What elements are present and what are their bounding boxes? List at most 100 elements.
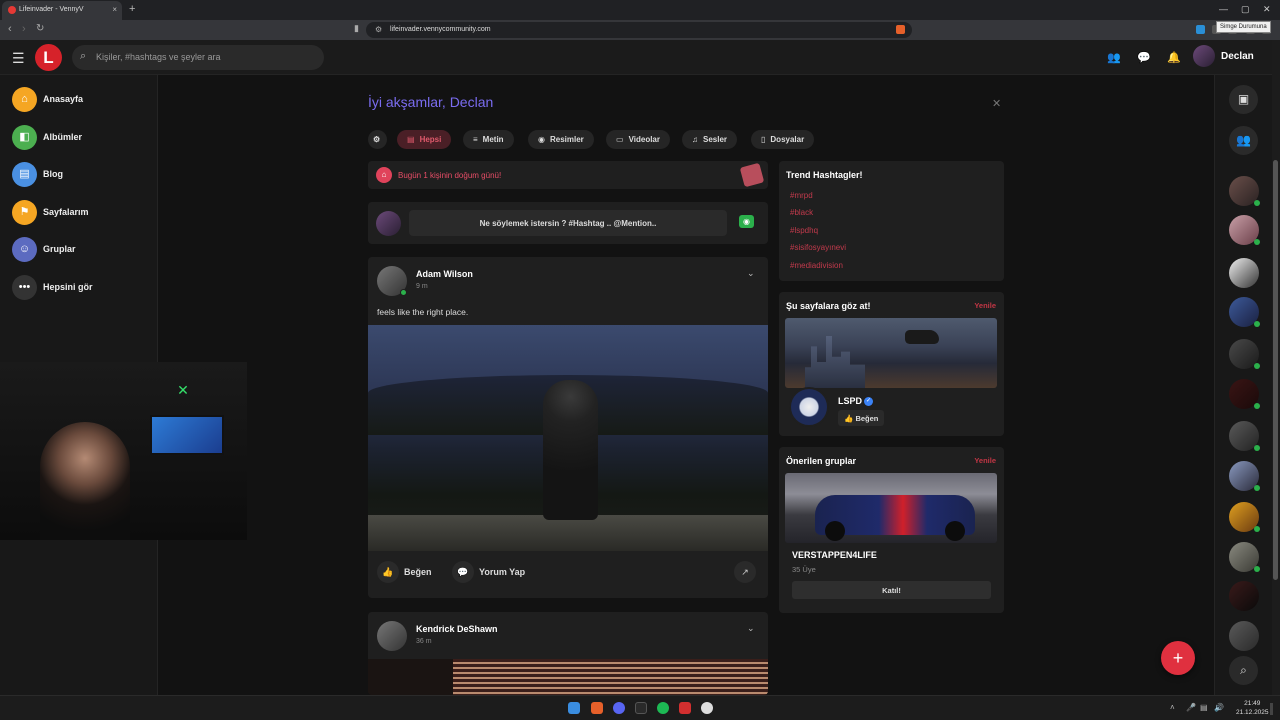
sidebar-item-groups[interactable]: ☺ Gruplar bbox=[12, 237, 152, 262]
refresh-groups-button[interactable]: Yenile bbox=[974, 456, 996, 465]
url-input[interactable]: ⚙ lifeinvader.vennycommunity.com bbox=[366, 22, 912, 38]
chevron-down-icon[interactable]: ⌄ bbox=[747, 268, 755, 279]
taskbar-clock[interactable]: 21:49 21.12.2025 bbox=[1236, 699, 1269, 717]
extension-icon[interactable] bbox=[1196, 25, 1205, 34]
window-tooltip: Simge Durumuna bbox=[1216, 21, 1271, 33]
forward-arrow-icon[interactable]: › bbox=[22, 23, 26, 35]
post-author[interactable]: Kendrick DeShawn bbox=[416, 624, 498, 634]
volume-icon[interactable]: 🔊 bbox=[1214, 703, 1224, 712]
scrollbar-thumb[interactable] bbox=[1273, 160, 1278, 580]
back-arrow-icon[interactable]: ‹ bbox=[8, 23, 12, 35]
filter-files[interactable]: ▯ Dosyalar bbox=[751, 130, 815, 149]
bookmark-icon[interactable]: ▮ bbox=[354, 23, 359, 34]
sidebar-item-pages[interactable]: ⚑ Sayfalarım bbox=[12, 200, 152, 225]
notifications-bell-icon[interactable]: 🔔 bbox=[1163, 47, 1185, 69]
filter-images[interactable]: ◉ Resimler bbox=[528, 130, 594, 149]
avatar[interactable] bbox=[1193, 45, 1215, 67]
webcam-monitor-image bbox=[150, 415, 224, 455]
hashtag-link[interactable]: #mrpd bbox=[790, 191, 813, 200]
windows-start-icon[interactable] bbox=[568, 702, 580, 714]
friend-avatar[interactable] bbox=[1229, 621, 1259, 651]
hamburger-menu-icon[interactable]: ☰ bbox=[12, 50, 25, 67]
window-minimize-button[interactable]: — bbox=[1219, 4, 1228, 14]
friend-avatar[interactable] bbox=[1229, 339, 1260, 369]
post-image[interactable] bbox=[368, 325, 768, 551]
new-tab-button[interactable]: + bbox=[129, 3, 135, 15]
tab-close-icon[interactable]: × bbox=[112, 5, 117, 14]
friend-avatar[interactable] bbox=[1229, 581, 1259, 611]
page-name[interactable]: LSPD bbox=[838, 396, 862, 406]
birthday-banner[interactable]: ⌂ Bugün 1 kişinin doğum günü! bbox=[368, 161, 768, 189]
hashtag-link[interactable]: #lspdhq bbox=[790, 226, 818, 235]
tray-expand-icon[interactable]: ˄ bbox=[1170, 703, 1175, 712]
window-close-button[interactable]: ✕ bbox=[1263, 4, 1271, 15]
post-author[interactable]: Adam Wilson bbox=[416, 269, 473, 279]
friend-avatar[interactable] bbox=[1229, 258, 1259, 288]
spotify-icon[interactable] bbox=[657, 702, 669, 714]
filter-settings-icon[interactable]: ⚙ bbox=[368, 130, 387, 149]
composer-input[interactable]: Ne söylemek istersin ? #Hashtag .. @Ment… bbox=[409, 210, 727, 236]
network-icon[interactable]: ▤ bbox=[1200, 703, 1208, 712]
sidebar-item-see-all[interactable]: ••• Hepsini gör bbox=[12, 275, 152, 300]
friend-avatar[interactable] bbox=[1229, 176, 1260, 206]
online-status-icon bbox=[1254, 363, 1260, 369]
friend-avatar[interactable] bbox=[1229, 502, 1260, 532]
lspd-seal-logo[interactable] bbox=[789, 387, 829, 427]
hashtag-link[interactable]: #sisifosyayınevi bbox=[790, 243, 846, 252]
group-cover-image[interactable] bbox=[785, 473, 997, 543]
friend-avatar[interactable] bbox=[1229, 297, 1260, 327]
discord-icon[interactable] bbox=[613, 702, 625, 714]
friend-avatar[interactable] bbox=[1229, 215, 1260, 245]
page-cover-image[interactable] bbox=[785, 318, 997, 388]
comment-button[interactable]: 💬 Yorum Yap bbox=[452, 561, 525, 583]
site-info-icon[interactable]: ⚙ bbox=[375, 25, 382, 34]
add-friend-icon[interactable]: 👥 bbox=[1229, 126, 1258, 155]
page-like-button[interactable]: 👍 Beğen bbox=[838, 410, 885, 426]
find-people-icon[interactable]: ⌕ bbox=[1229, 656, 1258, 685]
page-scrollbar[interactable] bbox=[1272, 40, 1280, 695]
refresh-pages-button[interactable]: Yenile bbox=[974, 301, 996, 310]
filter-videos[interactable]: ▭ Videolar bbox=[606, 130, 670, 149]
post-card: Kendrick DeShawn 36 m ⌄ bbox=[368, 612, 768, 695]
header-username[interactable]: Declan bbox=[1221, 51, 1254, 62]
share-button[interactable]: ↗ bbox=[734, 561, 761, 583]
brave-shield-icon[interactable] bbox=[896, 25, 905, 34]
search-input[interactable]: ⌕ Kişiler, #hashtags ve şeyler ara bbox=[72, 45, 324, 70]
sidebar-item-blog[interactable]: ▤ Blog bbox=[12, 162, 152, 187]
camera-icon[interactable]: ◉ bbox=[739, 215, 754, 228]
sidebar-item-home[interactable]: ⌂ Anasayfa bbox=[12, 87, 152, 112]
hashtag-link[interactable]: #mediadivision bbox=[790, 261, 843, 270]
steam-icon[interactable] bbox=[701, 702, 713, 714]
join-group-button[interactable]: Katıl! bbox=[792, 581, 991, 599]
chat-icon[interactable]: ▣ bbox=[1229, 85, 1258, 114]
window-maximize-button[interactable]: ▢ bbox=[1241, 4, 1250, 15]
mic-icon[interactable]: 🎤 bbox=[1186, 703, 1196, 712]
avatar[interactable] bbox=[377, 621, 407, 651]
show-desktop-button[interactable] bbox=[1270, 703, 1273, 715]
post-image[interactable] bbox=[453, 659, 768, 695]
group-name[interactable]: VERSTAPPEN4LIFE bbox=[792, 550, 877, 560]
create-post-button[interactable]: + bbox=[1161, 641, 1195, 675]
filter-sounds[interactable]: ♫ Sesler bbox=[682, 130, 738, 149]
browser-tab[interactable]: Lifeinvader - VennyV × bbox=[2, 1, 122, 20]
messages-icon[interactable]: 💬 bbox=[1133, 47, 1155, 69]
friend-avatar[interactable] bbox=[1229, 379, 1260, 409]
like-button[interactable]: 👍 Beğen bbox=[377, 561, 432, 583]
lifeinvader-logo[interactable]: L bbox=[35, 44, 62, 71]
reload-icon[interactable]: ↻ bbox=[36, 23, 44, 34]
post-image-background bbox=[368, 659, 453, 695]
birthday-text: Bugün 1 kişinin doğum günü! bbox=[398, 171, 502, 180]
streaming-app-icon[interactable] bbox=[679, 702, 691, 714]
friend-avatar[interactable] bbox=[1229, 542, 1260, 572]
friend-avatar[interactable] bbox=[1229, 421, 1260, 451]
chevron-down-icon[interactable]: ⌄ bbox=[747, 623, 755, 634]
friend-avatar[interactable] bbox=[1229, 461, 1260, 491]
sidebar-item-albums[interactable]: ◧ Albümler bbox=[12, 125, 152, 150]
close-icon[interactable]: ✕ bbox=[992, 97, 1001, 110]
hashtag-link[interactable]: #black bbox=[790, 208, 813, 217]
brave-browser-icon[interactable] bbox=[591, 702, 603, 714]
terminal-icon[interactable] bbox=[635, 702, 647, 714]
friend-requests-icon[interactable]: 👥 bbox=[1103, 47, 1125, 69]
filter-text[interactable]: ≡ Metin bbox=[463, 130, 514, 149]
filter-all[interactable]: ▤ Hepsi bbox=[397, 130, 452, 149]
